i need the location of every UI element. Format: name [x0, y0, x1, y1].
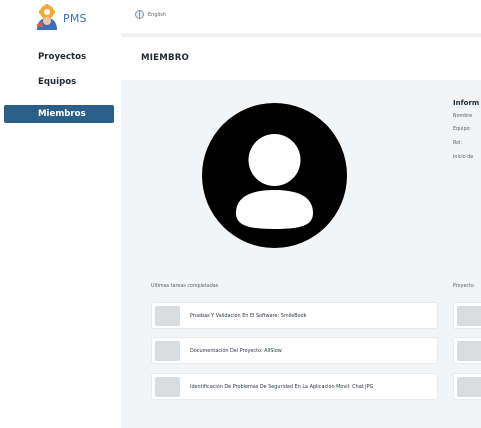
- project-thumbnail: [457, 306, 481, 326]
- tasks-heading: Ultimas tareas completadas: [151, 284, 219, 289]
- language-label: English: [148, 11, 167, 18]
- user-avatar-icon: [202, 103, 347, 248]
- sidebar-item-proyectos[interactable]: Proyectos: [0, 48, 121, 66]
- info-title: Inform: [453, 99, 480, 107]
- task-thumbnail: [155, 306, 180, 326]
- info-label-nombre: Nombre: [453, 114, 473, 119]
- info-label-equipo: Equipo:: [453, 127, 472, 132]
- sidebar: PMS Proyectos Equipos Miembros: [0, 0, 121, 428]
- language-selector[interactable]: English: [135, 10, 166, 19]
- app-logo[interactable]: PMS: [34, 3, 114, 33]
- projects-heading: Proyecto: [453, 284, 474, 289]
- sidebar-item-miembros[interactable]: Miembros: [4, 105, 114, 123]
- globe-icon: [135, 10, 144, 19]
- project-card[interactable]: [453, 373, 481, 400]
- project-card[interactable]: [453, 337, 481, 364]
- task-thumbnail: [155, 377, 180, 397]
- task-title: Documentación Del Proyecto: AllSlow: [190, 348, 282, 354]
- sidebar-item-equipos[interactable]: Equipos: [0, 73, 121, 91]
- info-label-inicio: Inicio de: [453, 155, 474, 160]
- logo-text: PMS: [63, 11, 87, 25]
- top-bar: English: [121, 0, 481, 33]
- task-card[interactable]: Pruebas Y Validación En El Software: Smi…: [151, 302, 438, 329]
- project-thumbnail: [457, 341, 481, 361]
- task-card[interactable]: Documentación Del Proyecto: AllSlow: [151, 337, 438, 364]
- info-label-rol: Rol:: [453, 141, 463, 146]
- project-card[interactable]: [453, 302, 481, 329]
- person-with-gear-logo-icon: [36, 4, 57, 30]
- project-thumbnail: [457, 377, 481, 397]
- page-title: MIEMBRO: [141, 53, 190, 63]
- task-card[interactable]: Identificación De Problemas De Seguridad…: [151, 373, 438, 400]
- task-thumbnail: [155, 341, 180, 361]
- task-title: Identificación De Problemas De Seguridad…: [190, 384, 374, 390]
- header-divider: [121, 33, 481, 37]
- task-title: Pruebas Y Validación En El Software: Smi…: [190, 313, 307, 319]
